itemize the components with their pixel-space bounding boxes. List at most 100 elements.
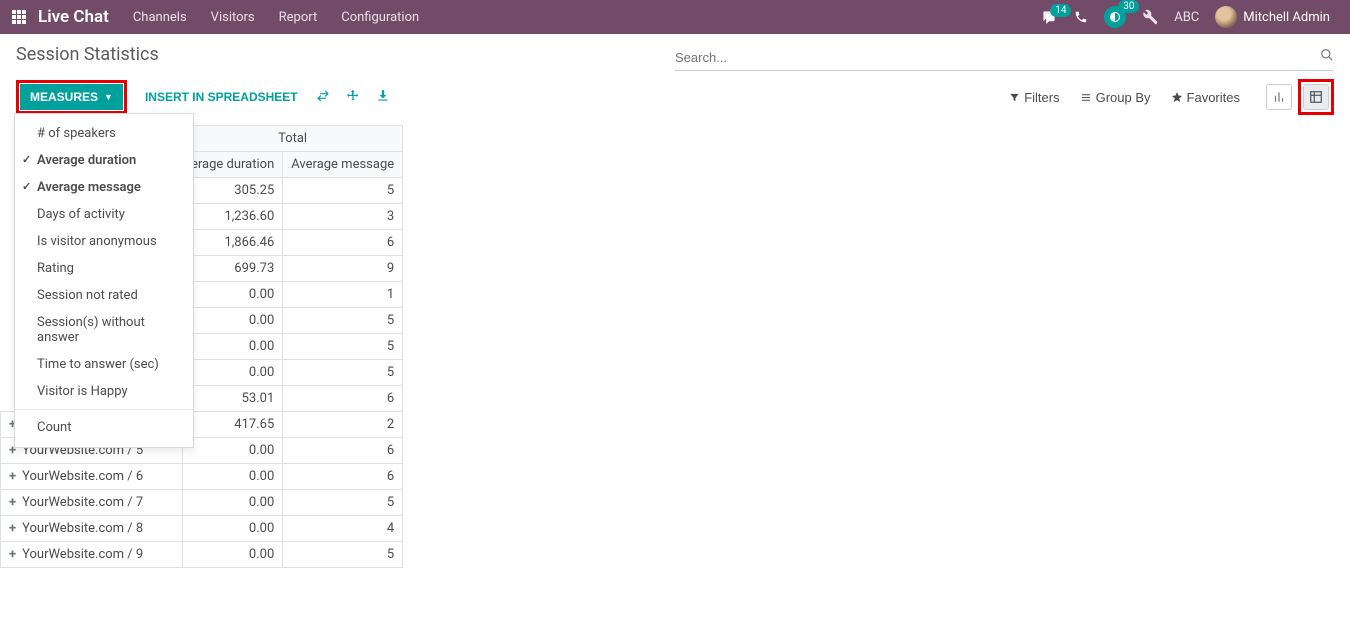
tools-icon[interactable] [1142, 9, 1158, 25]
search-input[interactable] [675, 50, 1320, 65]
cell-message: 4 [283, 516, 403, 542]
cell-duration: 0.00 [183, 282, 283, 308]
cell-message: 9 [283, 256, 403, 282]
list-icon [1080, 92, 1092, 103]
caret-down-icon: ▼ [104, 92, 113, 102]
row-header-cell[interactable]: + YourWebsite.com / 7 [1, 490, 183, 516]
plus-icon: + [9, 495, 16, 510]
nav-report[interactable]: Report [279, 10, 318, 25]
measures-button[interactable]: MEASURES ▼ [20, 84, 123, 110]
cell-message: 6 [283, 230, 403, 256]
apps-icon[interactable] [12, 10, 26, 24]
funnel-icon [1009, 92, 1020, 103]
cell-message: 6 [283, 438, 403, 464]
table-row: + YourWebsite.com / 9 0.005 [1, 542, 403, 568]
dropdown-item[interactable]: Rating [15, 255, 193, 282]
highlight-measures: MEASURES ▼ [16, 80, 127, 114]
phone-icon[interactable] [1074, 10, 1088, 24]
col-avg-message[interactable]: Average message [283, 152, 403, 178]
chat-icon[interactable]: 14 [1040, 10, 1058, 24]
table-row: + YourWebsite.com / 8 0.004 [1, 516, 403, 542]
toolbar-row: MEASURES ▼ INSERT IN SPREADSHEET Filters… [0, 71, 1350, 125]
row-label: YourWebsite.com / 9 [22, 547, 143, 562]
pivot-icon [1309, 90, 1323, 104]
highlight-pivot [1298, 79, 1334, 115]
cell-message: 3 [283, 204, 403, 230]
row-label: YourWebsite.com / 6 [22, 469, 143, 484]
cell-message: 5 [283, 542, 403, 568]
cell-duration: 699.73 [183, 256, 283, 282]
cell-message: 5 [283, 178, 403, 204]
page-title: Session Statistics [16, 44, 675, 65]
nav-channels[interactable]: Channels [133, 10, 187, 25]
nav-visitors[interactable]: Visitors [211, 10, 255, 25]
plus-icon: + [9, 469, 16, 484]
top-navbar: Live Chat Channels Visitors Report Confi… [0, 0, 1350, 34]
dropdown-item[interactable]: Average message [15, 174, 193, 201]
cell-message: 6 [283, 464, 403, 490]
dropdown-item[interactable]: Session(s) without answer [15, 309, 193, 351]
control-panel: Session Statistics [0, 34, 1350, 71]
row-label: YourWebsite.com / 7 [22, 495, 143, 510]
cell-message: 2 [283, 412, 403, 438]
avatar [1215, 6, 1237, 28]
cell-duration: 53.01 [183, 386, 283, 412]
download-button[interactable] [368, 83, 398, 112]
filters-button[interactable]: Filters [999, 86, 1069, 109]
dropdown-item[interactable]: Average duration [15, 147, 193, 174]
chat-badge: 14 [1050, 4, 1071, 17]
username-label: Mitchell Admin [1243, 10, 1330, 25]
col-avg-duration[interactable]: erage duration [183, 152, 283, 178]
dropdown-item[interactable]: Time to answer (sec) [15, 351, 193, 378]
table-row: + YourWebsite.com / 6 0.006 [1, 464, 403, 490]
insert-spreadsheet-button[interactable]: INSERT IN SPREADSHEET [135, 84, 308, 110]
dropdown-item[interactable]: # of speakers [15, 120, 193, 147]
plus-icon: + [9, 521, 16, 536]
dropdown-item[interactable]: Session not rated [15, 282, 193, 309]
groupby-button[interactable]: Group By [1070, 86, 1161, 109]
cell-message: 5 [283, 490, 403, 516]
dropdown-item[interactable]: Days of activity [15, 201, 193, 228]
row-label: YourWebsite.com / 8 [22, 521, 143, 536]
cell-message: 6 [283, 386, 403, 412]
brand-title[interactable]: Live Chat [38, 7, 109, 27]
dropdown-item[interactable]: Is visitor anonymous [15, 228, 193, 255]
cell-duration: 0.00 [183, 516, 283, 542]
cell-duration: 305.25 [183, 178, 283, 204]
bar-chart-icon [1272, 90, 1286, 104]
cell-duration: 0.00 [183, 438, 283, 464]
user-menu[interactable]: Mitchell Admin [1215, 6, 1330, 28]
dropdown-count[interactable]: Count [15, 414, 193, 441]
company-selector[interactable]: ABC [1174, 10, 1199, 25]
row-header-cell[interactable]: + YourWebsite.com / 8 [1, 516, 183, 542]
favorites-button[interactable]: Favorites [1161, 86, 1250, 109]
expand-button[interactable] [338, 83, 368, 112]
search-bar[interactable] [675, 44, 1334, 71]
cell-duration: 0.00 [183, 334, 283, 360]
plus-icon: + [9, 547, 16, 562]
cell-duration: 0.00 [183, 464, 283, 490]
dropdown-item[interactable]: Visitor is Happy [15, 378, 193, 405]
cell-duration: 0.00 [183, 360, 283, 386]
timer-badge: 30 [1118, 0, 1139, 13]
flip-axis-button[interactable] [308, 83, 338, 112]
cell-duration: 1,236.60 [183, 204, 283, 230]
dropdown-divider [15, 409, 193, 410]
row-header-cell[interactable]: + YourWebsite.com / 6 [1, 464, 183, 490]
cell-duration: 0.00 [183, 490, 283, 516]
measures-label: MEASURES [30, 90, 98, 104]
pivot-view-button[interactable] [1303, 84, 1329, 110]
cell-message: 5 [283, 360, 403, 386]
cell-duration: 417.65 [183, 412, 283, 438]
timer-icon[interactable]: 30 [1104, 6, 1126, 28]
nav-configuration[interactable]: Configuration [341, 10, 419, 25]
graph-view-button[interactable] [1266, 84, 1292, 110]
pivot-zone: Total erage duration Average message 305… [0, 125, 1350, 568]
cell-duration: 0.00 [183, 542, 283, 568]
col-header-total[interactable]: Total [183, 126, 403, 152]
cell-message: 5 [283, 334, 403, 360]
row-header-cell[interactable]: + YourWebsite.com / 9 [1, 542, 183, 568]
search-icon[interactable] [1320, 48, 1334, 66]
cell-message: 1 [283, 282, 403, 308]
cell-duration: 0.00 [183, 308, 283, 334]
